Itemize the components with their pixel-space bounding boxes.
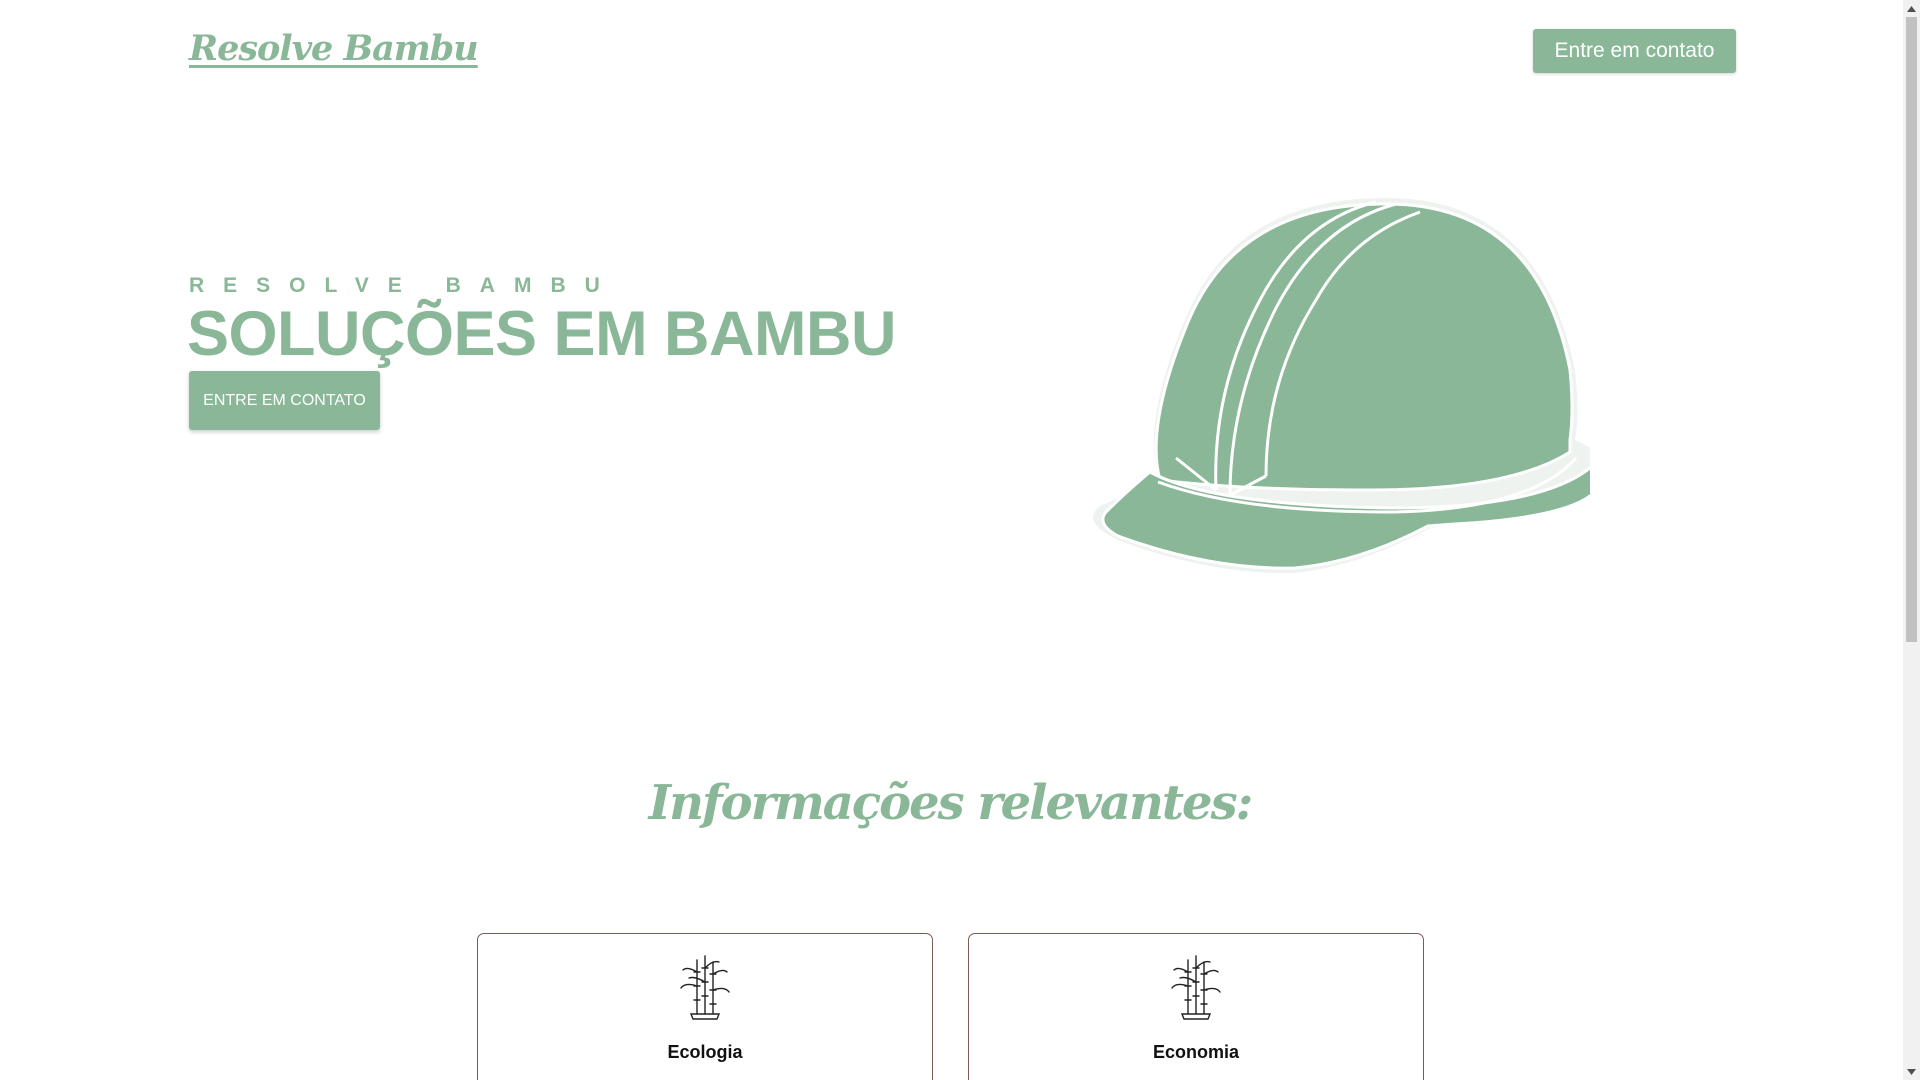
vertical-scrollbar[interactable] <box>1903 0 1920 1080</box>
info-card-ecologia: Ecologia <box>477 933 933 1080</box>
scroll-down-arrow-icon[interactable] <box>1903 1063 1920 1080</box>
info-card-economia: Economia <box>968 933 1424 1080</box>
scrollbar-thumb[interactable] <box>1906 17 1917 642</box>
scroll-up-arrow-icon[interactable] <box>1903 0 1920 17</box>
hard-hat-icon <box>1093 197 1590 574</box>
card-title: Ecologia <box>667 1042 743 1062</box>
hero-title: SOLUÇÕES EM BAMBU <box>187 299 897 369</box>
section-title: Informações relevantes: <box>648 775 1254 831</box>
card-title: Economia <box>1152 1042 1240 1062</box>
site-logo[interactable]: Resolve Bambu <box>189 28 479 69</box>
bamboo-icon <box>1171 955 1221 1020</box>
hero-contact-button[interactable]: ENTRE EM CONTATO <box>189 371 380 430</box>
bamboo-icon <box>680 955 730 1020</box>
landing-page: Resolve Bambu Entre em contato RESOLVE B… <box>0 0 1920 1080</box>
header-contact-button[interactable]: Entre em contato <box>1533 29 1736 73</box>
hero-eyebrow: RESOLVE BAMBU <box>189 274 619 297</box>
